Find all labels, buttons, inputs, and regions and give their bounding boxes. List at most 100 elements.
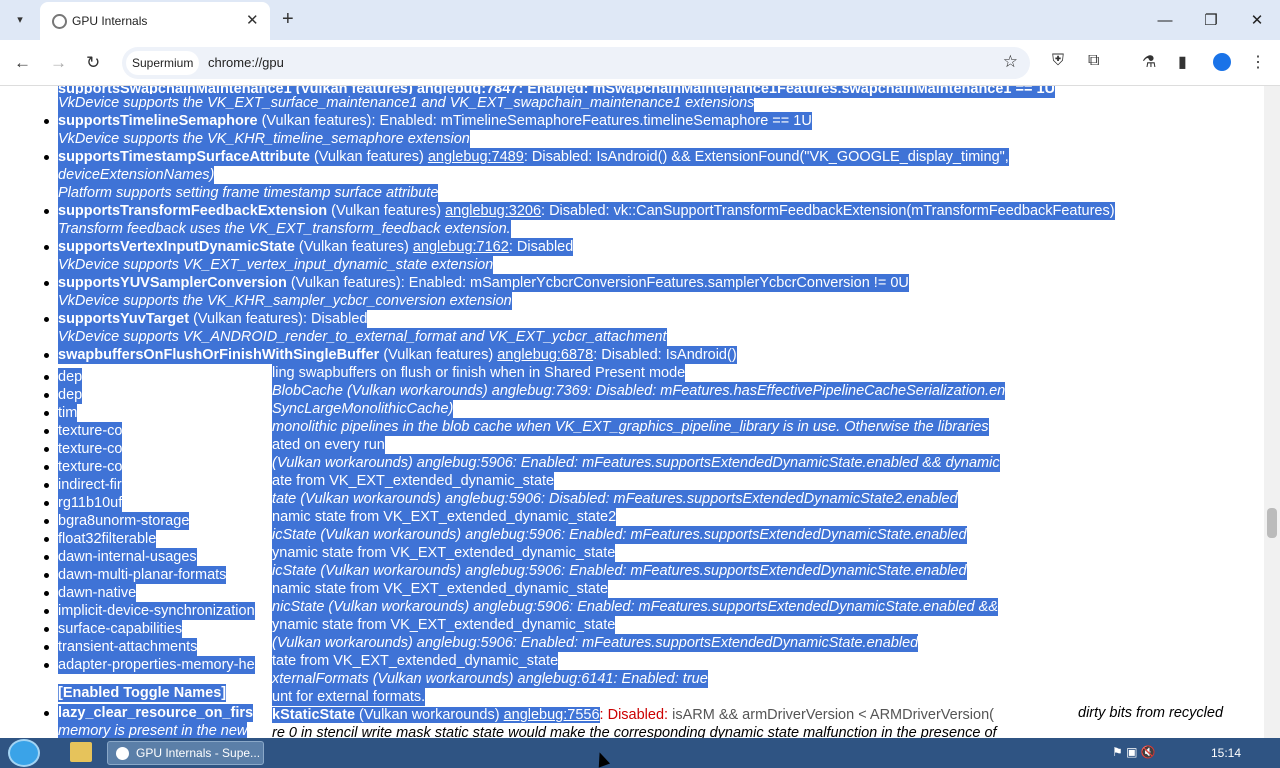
address-bar[interactable]: Supermium chrome://gpu ☆ (122, 47, 1030, 79)
list-bullet (44, 537, 49, 542)
feature-text: VkDevice supports VK_EXT_vertex_input_dy… (58, 257, 494, 273)
scrollbar[interactable] (1264, 86, 1280, 738)
new-tab-button[interactable]: + (282, 8, 294, 31)
feature-text: Platform supports setting frame timestam… (58, 185, 439, 201)
feature-name: supportsYUVSamplerConversion (58, 275, 287, 291)
start-button[interactable] (8, 739, 40, 767)
list-bullet (44, 483, 49, 488)
dawn-feature-item: surface-capabilities (58, 620, 183, 638)
browser-chip[interactable]: Supermium (126, 51, 200, 75)
taskbar-browser-button[interactable]: GPU Internals - Supe... (107, 741, 264, 765)
url-text[interactable]: chrome://gpu (208, 55, 284, 70)
feature-line: supportsYUVSamplerConversion (Vulkan fea… (58, 274, 909, 292)
list-bullet (44, 501, 49, 506)
white-gap (240, 368, 272, 704)
bug-link[interactable]: anglebug:7556 (503, 707, 600, 723)
list-bullet (44, 317, 49, 322)
workaround-desc: re 0 in stencil write mask static state … (272, 725, 997, 738)
list-bullet (44, 573, 49, 578)
list-bullet (44, 711, 49, 716)
forward-icon[interactable]: → (50, 53, 67, 73)
toggle-name: lazy_clear_resource_on_firs (58, 704, 254, 722)
puzzle-extensions-icon[interactable]: ⧉ (1088, 52, 1099, 70)
feature-status: (Vulkan features): Enabled: mTimelineSem… (257, 113, 812, 129)
workaround-line: ynamic state from VK_EXT_extended_dynami… (272, 616, 616, 634)
feature-category: (Vulkan features) (327, 203, 446, 219)
feature-category: (Vulkan features) (379, 347, 498, 363)
dawn-feature-item: texture-co (58, 440, 123, 458)
list-bullet (44, 663, 49, 668)
workaround-line: SyncLargeMonolithicCache) (272, 400, 454, 418)
workaround-line: ling swapbuffers on flush or finish when… (272, 364, 686, 382)
list-bullet (44, 209, 49, 214)
feature-line: supportsTimelineSemaphore (Vulkan featur… (58, 112, 812, 130)
toggle-desc: memory is present in the new (58, 722, 248, 738)
list-bullet (44, 519, 49, 524)
shield-extension-icon[interactable]: ⛨ (1052, 52, 1064, 70)
flask-icon[interactable]: ⚗ (1142, 52, 1156, 72)
feature-name: supportsTimelineSemaphore (58, 113, 258, 129)
dawn-feature-item: texture-co (58, 422, 123, 440)
list-bullet (44, 429, 49, 434)
clock: 15:14 (1211, 746, 1242, 760)
minimize-button[interactable]: — (1142, 6, 1188, 34)
scrollbar-thumb[interactable] (1267, 508, 1277, 538)
browser-icon (116, 747, 129, 760)
feature-text: VkDevice supports the VK_EXT_surface_mai… (58, 95, 755, 111)
feature-text: VkDevice supports the VK_KHR_timeline_se… (58, 131, 470, 147)
workaround-line: nicState (Vulkan workarounds) anglebug:5… (272, 598, 998, 616)
dawn-feature-item: dep (58, 368, 83, 386)
dawn-feature-item: tim (58, 404, 78, 422)
side-panel-icon[interactable]: ▮ (1178, 52, 1187, 72)
dawn-feature-item: implicit-device-synchronization (58, 602, 255, 620)
list-bullet (44, 465, 49, 470)
workaround-line: tate from VK_EXT_extended_dynamic_state (272, 652, 559, 670)
feature-line: supportsYuvTarget (Vulkan features): Dis… (58, 310, 368, 328)
bookmark-star-icon[interactable]: ☆ (1003, 52, 1018, 72)
feature-status: : Disabled: vk::CanSupportTransformFeedb… (541, 203, 1115, 219)
workaround-line: monolithic pipelines in the blob cache w… (272, 418, 989, 436)
close-window-button[interactable]: ✕ (1234, 6, 1280, 34)
feature-status: : Disabled: IsAndroid() && ExtensionFoun… (523, 149, 1009, 165)
workaround-line: namic state from VK_EXT_extended_dynamic… (272, 508, 617, 526)
back-icon[interactable]: ← (14, 53, 31, 73)
bug-link[interactable]: anglebug:7489 (428, 149, 524, 165)
list-bullet (44, 245, 49, 250)
bug-link[interactable]: anglebug:7162 (413, 239, 509, 255)
feature-line: VkDevice supports the VK_KHR_sampler_ycb… (58, 292, 512, 310)
list-bullet (44, 609, 49, 614)
tab-gpu-internals[interactable]: GPU Internals ✕ (40, 2, 270, 40)
dawn-feature-item: adapter-properties-memory-he (58, 656, 255, 674)
dawn-feature-item: indirect-fir (58, 476, 122, 494)
list-bullet (44, 119, 49, 124)
feature-line: supportsTimestampSurfaceAttribute (Vulka… (58, 148, 1009, 166)
bug-link[interactable]: anglebug:3206 (445, 203, 541, 219)
workaround-line: namic state from VK_EXT_extended_dynamic… (272, 580, 609, 598)
reload-icon[interactable]: ↻ (86, 53, 100, 73)
workaround-category: (Vulkan workarounds) (355, 707, 504, 723)
feature-name: supportsVertexInputDynamicState (58, 239, 295, 255)
feature-line: Transform feedback uses the VK_EXT_trans… (58, 220, 511, 238)
tab-title: GPU Internals (72, 14, 148, 28)
globe-icon (52, 14, 67, 29)
workaround-line: BlobCache (Vulkan workarounds) anglebug:… (272, 382, 1006, 400)
explorer-icon[interactable] (70, 742, 92, 762)
toolbar: ← → ↻ Supermium chrome://gpu ☆ ⛨ ⧉ ⚗ ▮ ⋮ (0, 40, 1280, 86)
close-tab-icon[interactable]: ✕ (246, 11, 259, 29)
tab-search-button[interactable]: ▾ (8, 7, 32, 31)
feature-line: supportsVertexInputDynamicState (Vulkan … (58, 238, 574, 256)
workaround-line: icState (Vulkan workarounds) anglebug:59… (272, 562, 967, 580)
feature-name: supportsTransformFeedbackExtension (58, 203, 328, 219)
bug-link[interactable]: anglebug:6878 (497, 347, 593, 363)
feature-status: : Disabled (508, 239, 574, 255)
menu-dots-icon[interactable]: ⋮ (1250, 52, 1266, 72)
restore-button[interactable]: ❐ (1188, 6, 1234, 34)
feature-line: deviceExtensionNames) (58, 166, 215, 184)
system-tray[interactable]: ⚑ ▣ 🔇 (1112, 745, 1156, 759)
feature-line: Platform supports setting frame timestam… (58, 184, 439, 202)
feature-category: (Vulkan features) (294, 239, 413, 255)
dawn-feature-item: transient-attachments (58, 638, 198, 656)
profile-avatar[interactable] (1213, 53, 1231, 71)
workaround-line: (Vulkan workarounds) anglebug:5906: Enab… (272, 634, 919, 652)
workaround-name: kStaticState (272, 707, 356, 723)
